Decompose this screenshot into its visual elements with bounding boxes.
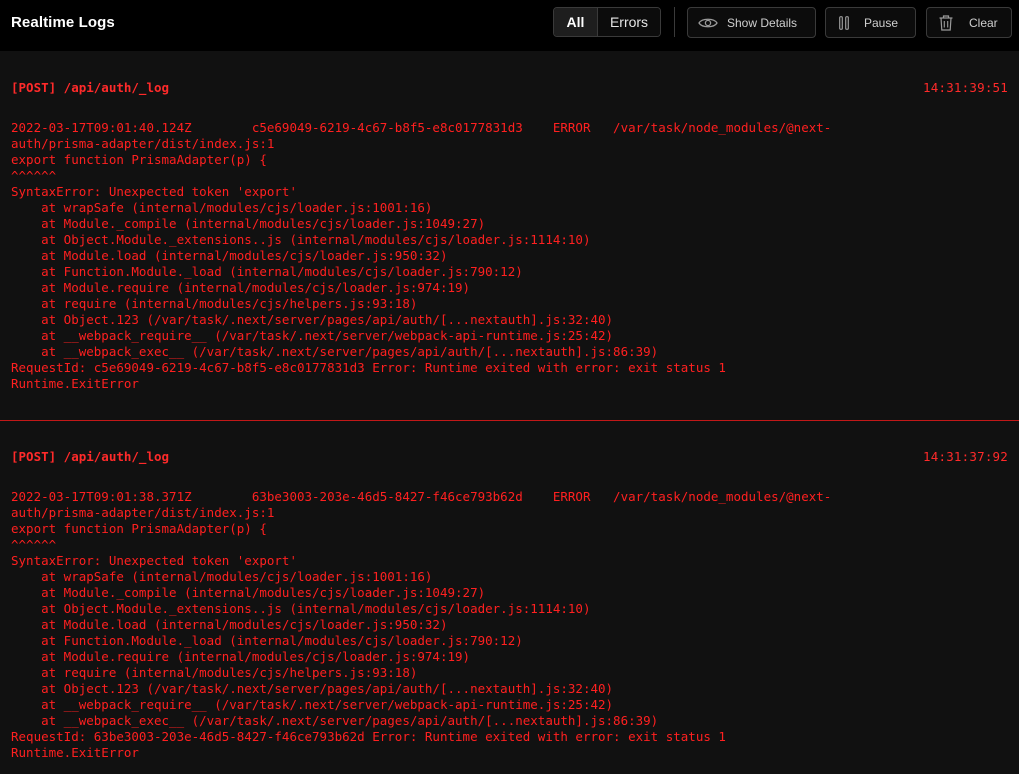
- top-bar: Realtime Logs All Errors Show Details Pa…: [0, 0, 1019, 51]
- log-entry-header: [POST] /api/auth/_log 14:31:37:92: [11, 421, 1008, 465]
- log-entry-header: [POST] /api/auth/_log 14:31:39:51: [11, 51, 1008, 96]
- log-timestamp: 14:31:37:92: [923, 449, 1008, 464]
- page-title: Realtime Logs: [11, 14, 115, 31]
- log-request-path: [POST] /api/auth/_log: [11, 449, 170, 464]
- pause-icon: [839, 15, 849, 30]
- clear-label: Clear: [969, 15, 998, 30]
- log-filter-toggle: All Errors: [553, 7, 661, 37]
- log-entry: [POST] /api/auth/_log 14:31:37:92 2022-0…: [0, 421, 1019, 761]
- log-timestamp: 14:31:39:51: [923, 80, 1008, 95]
- toolbar-divider: [674, 7, 675, 37]
- filter-errors-button[interactable]: Errors: [598, 8, 660, 36]
- trash-icon: [939, 14, 953, 31]
- log-message: 2022-03-17T09:01:38.371Z 63be3003-203e-4…: [11, 489, 832, 760]
- log-message: 2022-03-17T09:01:40.124Z c5e69049-6219-4…: [11, 120, 832, 391]
- clear-button[interactable]: Clear: [926, 7, 1012, 38]
- show-details-button[interactable]: Show Details: [687, 7, 816, 38]
- eye-icon: [698, 16, 718, 30]
- log-request-path: [POST] /api/auth/_log: [11, 80, 170, 95]
- log-stream: [POST] /api/auth/_log 14:31:39:51 2022-0…: [0, 51, 1019, 774]
- show-details-label: Show Details: [727, 15, 798, 30]
- pause-button[interactable]: Pause: [825, 7, 916, 38]
- pause-label: Pause: [864, 15, 899, 30]
- filter-all-button[interactable]: All: [554, 8, 598, 36]
- log-entry: [POST] /api/auth/_log 14:31:39:51 2022-0…: [0, 51, 1019, 421]
